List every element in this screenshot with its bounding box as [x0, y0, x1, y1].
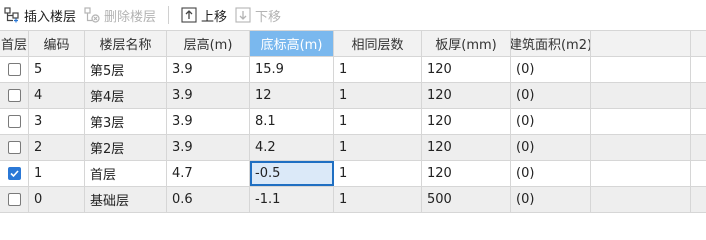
code-cell[interactable]: 4	[29, 83, 85, 108]
row-filler	[591, 57, 691, 82]
column-header-building-area[interactable]: 建筑面积(m2)	[511, 31, 591, 56]
first-floor-checkbox[interactable]	[7, 193, 21, 206]
table-header: 首层 编码 楼层名称 层高(m) 底标高(m) 相同层数 板厚(mm) 建筑面积…	[0, 31, 706, 57]
base-elevation-cell[interactable]: 12	[250, 83, 334, 108]
insert-floor-label: 插入楼层	[24, 9, 77, 25]
arrow-up-icon	[181, 7, 197, 23]
floor-height-cell[interactable]: 3.9	[167, 109, 250, 134]
row-filler	[691, 83, 706, 108]
code-cell[interactable]: 0	[29, 187, 85, 212]
row-filler	[691, 109, 706, 134]
column-header-floor-height[interactable]: 层高(m)	[167, 31, 250, 56]
first-floor-cell[interactable]	[0, 187, 29, 212]
floor-name-cell[interactable]: 基础层	[85, 187, 167, 212]
building-area-cell[interactable]: (0)	[511, 135, 591, 160]
same-floor-count-cell[interactable]: 1	[334, 83, 422, 108]
first-floor-cell[interactable]	[0, 135, 29, 160]
base-elevation-cell[interactable]: 8.1	[250, 109, 334, 134]
same-floor-count-cell[interactable]: 1	[334, 135, 422, 160]
table-row[interactable]: 4 第4层 3.9 12 1 120 (0)	[0, 83, 706, 109]
same-floor-count-cell[interactable]: 1	[334, 57, 422, 82]
column-header-code[interactable]: 编码	[29, 31, 85, 56]
table-row[interactable]: 0 基础层 0.6 -1.1 1 500 (0)	[0, 187, 706, 213]
slab-thickness-cell[interactable]: 120	[422, 57, 511, 82]
row-filler	[591, 135, 691, 160]
row-filler	[591, 83, 691, 108]
floor-name-cell[interactable]: 第3层	[85, 109, 167, 134]
row-filler	[691, 161, 706, 186]
table-row[interactable]: 2 第2层 3.9 4.2 1 120 (0)	[0, 135, 706, 161]
same-floor-count-cell[interactable]: 1	[334, 109, 422, 134]
base-elevation-cell[interactable]: 15.9	[250, 57, 334, 82]
insert-floor-button[interactable]: 插入楼层	[0, 3, 80, 27]
row-filler	[591, 109, 691, 134]
floor-height-cell[interactable]: 0.6	[167, 187, 250, 212]
table-row[interactable]: 3 第3层 3.9 8.1 1 120 (0)	[0, 109, 706, 135]
table-row[interactable]: 5 第5层 3.9 15.9 1 120 (0)	[0, 57, 706, 83]
first-floor-cell[interactable]	[0, 109, 29, 134]
floor-height-cell[interactable]: 3.9	[167, 57, 250, 82]
move-down-label: 下移	[255, 9, 282, 25]
building-area-cell[interactable]: (0)	[511, 187, 591, 212]
slab-thickness-cell[interactable]: 120	[422, 135, 511, 160]
building-area-cell[interactable]: (0)	[511, 83, 591, 108]
first-floor-checkbox[interactable]	[7, 89, 21, 102]
delete-floor-label: 删除楼层	[104, 9, 157, 25]
base-elevation-cell-selected[interactable]: -0.5	[250, 161, 334, 186]
column-header-first-floor[interactable]: 首层	[0, 31, 29, 56]
floor-height-cell[interactable]: 3.9	[167, 83, 250, 108]
row-filler	[691, 187, 706, 212]
arrow-down-icon	[235, 7, 251, 23]
floor-name-cell[interactable]: 首层	[85, 161, 167, 186]
slab-thickness-cell[interactable]: 120	[422, 83, 511, 108]
first-floor-cell[interactable]	[0, 161, 29, 186]
base-elevation-cell[interactable]: -1.1	[250, 187, 334, 212]
checkmark-icon	[9, 170, 19, 178]
floor-name-cell[interactable]: 第4层	[85, 83, 167, 108]
code-cell[interactable]: 3	[29, 109, 85, 134]
first-floor-checkbox[interactable]	[7, 141, 21, 154]
delete-floor-icon	[84, 7, 100, 23]
building-area-cell[interactable]: (0)	[511, 161, 591, 186]
floor-height-cell[interactable]: 4.7	[167, 161, 250, 186]
column-header-floor-name[interactable]: 楼层名称	[85, 31, 167, 56]
header-filler	[591, 31, 691, 56]
header-filler	[691, 31, 706, 56]
code-cell[interactable]: 5	[29, 57, 85, 82]
floor-table: 首层 编码 楼层名称 层高(m) 底标高(m) 相同层数 板厚(mm) 建筑面积…	[0, 30, 706, 213]
table-row[interactable]: 1 首层 4.7 -0.5 1 120 (0)	[0, 161, 706, 187]
row-filler	[691, 57, 706, 82]
same-floor-count-cell[interactable]: 1	[334, 187, 422, 212]
first-floor-cell[interactable]	[0, 57, 29, 82]
base-elevation-cell[interactable]: 4.2	[250, 135, 334, 160]
column-header-same-floor-count[interactable]: 相同层数	[334, 31, 422, 56]
insert-floor-icon	[4, 7, 20, 23]
code-cell[interactable]: 1	[29, 161, 85, 186]
floor-name-cell[interactable]: 第2层	[85, 135, 167, 160]
column-header-base-elevation[interactable]: 底标高(m)	[250, 31, 334, 56]
first-floor-checkbox[interactable]	[7, 115, 21, 128]
move-up-label: 上移	[201, 9, 228, 25]
row-filler	[591, 161, 691, 186]
first-floor-checkbox[interactable]	[7, 63, 21, 76]
first-floor-checkbox-checked[interactable]	[7, 167, 21, 180]
first-floor-cell[interactable]	[0, 83, 29, 108]
column-header-slab-thickness[interactable]: 板厚(mm)	[422, 31, 511, 56]
row-filler	[591, 187, 691, 212]
toolbar: 插入楼层 删除楼层 上移 下移	[0, 0, 706, 30]
move-down-button[interactable]: 下移	[231, 3, 285, 27]
building-area-cell[interactable]: (0)	[511, 109, 591, 134]
row-filler	[691, 135, 706, 160]
delete-floor-button[interactable]: 删除楼层	[80, 3, 160, 27]
building-area-cell[interactable]: (0)	[511, 57, 591, 82]
same-floor-count-cell[interactable]: 1	[334, 161, 422, 186]
toolbar-divider	[168, 6, 170, 24]
floor-height-cell[interactable]: 3.9	[167, 135, 250, 160]
code-cell[interactable]: 2	[29, 135, 85, 160]
slab-thickness-cell[interactable]: 120	[422, 109, 511, 134]
move-up-button[interactable]: 上移	[177, 3, 231, 27]
slab-thickness-cell[interactable]: 120	[422, 161, 511, 186]
slab-thickness-cell[interactable]: 500	[422, 187, 511, 212]
floor-name-cell[interactable]: 第5层	[85, 57, 167, 82]
